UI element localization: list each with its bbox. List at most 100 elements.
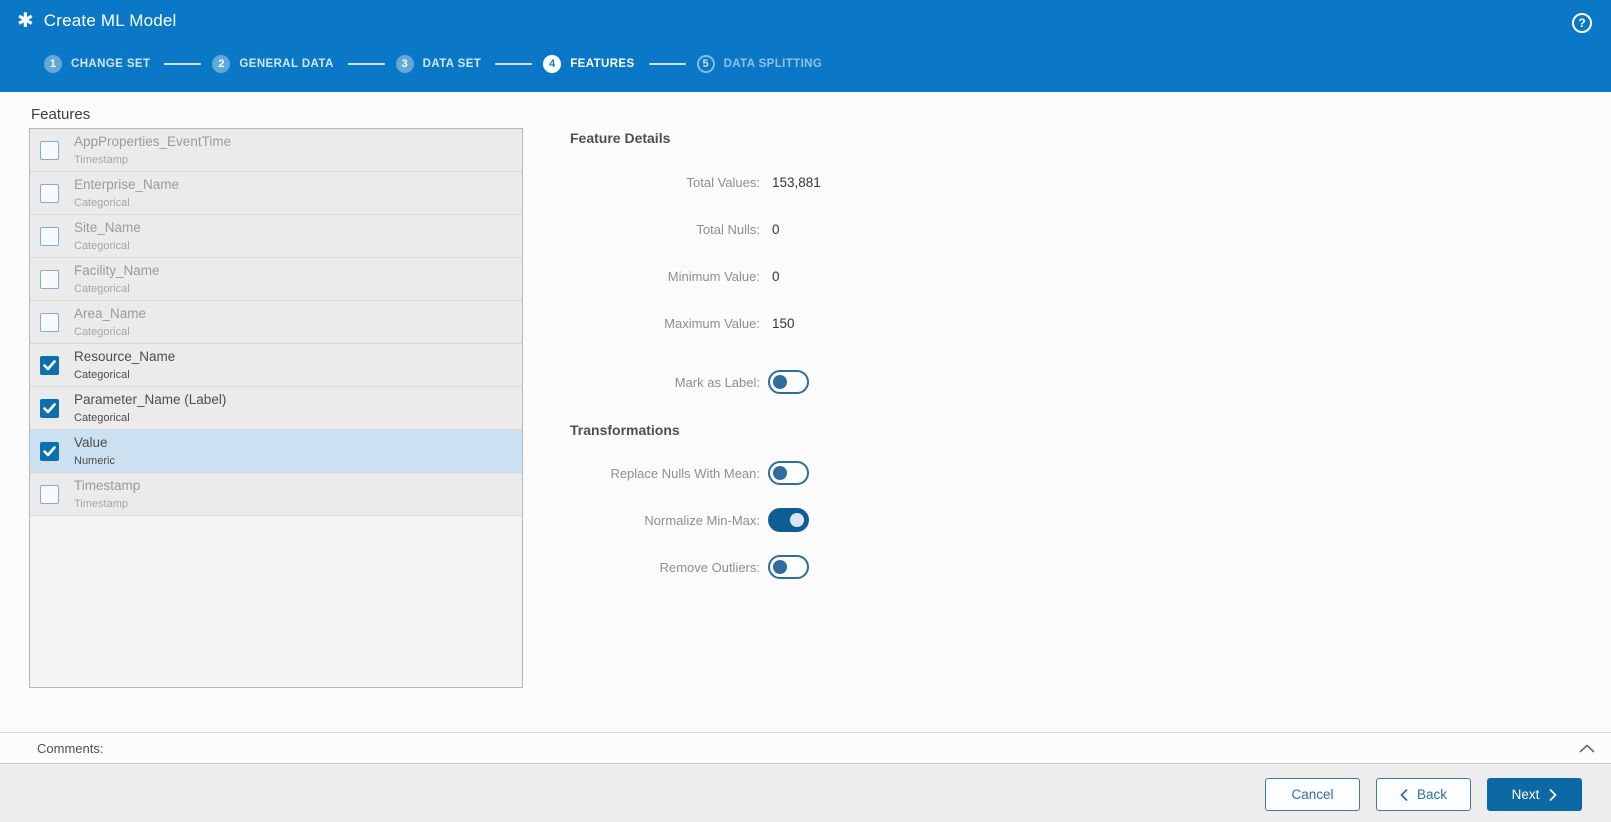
mark-as-label-text: Mark as Label: (674, 374, 760, 390)
stat-label: Total Nulls: (696, 221, 760, 237)
transformations-title: Transformations (570, 422, 680, 438)
checkmark-icon (43, 445, 56, 456)
stat-row: Minimum Value: 0 (556, 266, 1086, 286)
back-button-label: Back (1416, 787, 1447, 802)
transformation-label: Remove Outliers: (659, 559, 760, 575)
feature-text-block: Site_Name Categorical (74, 220, 141, 252)
feature-row[interactable]: Enterprise_Name Categorical (30, 172, 522, 215)
stat-row: Total Nulls: 0 (556, 219, 1086, 239)
feature-name: AppProperties_EventTime (74, 133, 232, 149)
step-number-badge: 1 (44, 55, 62, 73)
feature-row[interactable]: Facility_Name Categorical (30, 258, 522, 301)
feature-details-panel: Feature Details Total Values: 153,881 To… (556, 130, 1086, 602)
transformation-toggle[interactable] (768, 555, 809, 579)
feature-checkbox[interactable] (40, 140, 59, 160)
next-button-label: Next (1511, 787, 1540, 802)
stat-label: Maximum Value: (664, 315, 760, 331)
feature-checkbox[interactable] (40, 269, 59, 289)
feature-checkbox[interactable] (40, 226, 59, 246)
feature-name: Site_Name (74, 219, 141, 235)
feature-name: Timestamp (74, 477, 141, 493)
feature-name: Facility_Name (74, 262, 160, 278)
stat-value: 0 (772, 268, 780, 284)
stat-label: Total Values: (686, 174, 760, 190)
feature-name: Area_Name (74, 305, 147, 321)
feature-checkbox[interactable] (40, 312, 59, 332)
feature-text-block: Timestamp Timestamp (74, 478, 140, 510)
feature-text-block: Value Numeric (74, 435, 115, 467)
step-label: DATA SPLITTING (723, 58, 823, 70)
feature-row[interactable]: Resource_Name Categorical (30, 344, 522, 387)
feature-type: Categorical (74, 369, 130, 382)
stepper-step[interactable]: 3 DATA SET (334, 55, 482, 73)
toggle-knob (773, 560, 787, 574)
stat-value: 0 (772, 221, 780, 237)
transformation-row: Remove Outliers: (556, 555, 1086, 579)
feature-name: Value (74, 434, 108, 450)
cancel-button[interactable]: Cancel (1265, 778, 1360, 811)
feature-text-block: Resource_Name Categorical (74, 349, 175, 381)
app-header: ✱ Create ML Model ? 1 CHANGE SET 2 GENER… (0, 0, 1611, 92)
step-number-badge: 4 (543, 55, 562, 73)
feature-checkbox[interactable] (40, 355, 59, 375)
stepper-step[interactable]: 5 DATA SPLITTING (635, 55, 823, 73)
feature-checkbox[interactable] (40, 484, 59, 504)
feature-row[interactable]: AppProperties_EventTime Timestamp (30, 129, 522, 172)
help-icon[interactable]: ? (1572, 13, 1592, 33)
feature-checkbox[interactable] (40, 441, 59, 461)
step-number-badge: 5 (696, 55, 715, 73)
comments-bar: Comments: (0, 732, 1611, 764)
chevron-right-icon (1550, 788, 1557, 801)
stat-value: 150 (772, 315, 795, 331)
feature-type: Timestamp (74, 498, 128, 511)
feature-text-block: Area_Name Categorical (74, 306, 146, 338)
features-list: AppProperties_EventTime Timestamp Enterp… (29, 128, 523, 688)
feature-row[interactable]: Site_Name Categorical (30, 215, 522, 258)
footer-buttons: Cancel Back Next (1265, 778, 1582, 811)
chevron-up-icon[interactable] (1579, 744, 1595, 753)
feature-type: Categorical (74, 197, 130, 210)
feature-type: Categorical (74, 326, 130, 339)
toggle-knob (790, 513, 804, 527)
feature-type: Timestamp (74, 154, 128, 167)
stepper-step[interactable]: 4 FEATURES (481, 55, 634, 73)
mark-as-label-toggle[interactable] (768, 370, 809, 394)
features-panel-title: Features (31, 106, 91, 123)
feature-type: Categorical (74, 240, 130, 253)
create-ml-model-window: ✱ Create ML Model ? 1 CHANGE SET 2 GENER… (0, 0, 1611, 822)
feature-row[interactable]: Value Numeric (30, 430, 522, 473)
page-title: Create ML Model (43, 11, 177, 30)
feature-checkbox[interactable] (40, 398, 59, 418)
header-title-row: ✱ Create ML Model (0, 0, 1611, 42)
feature-row[interactable]: Timestamp Timestamp (30, 473, 522, 516)
step-label: GENERAL DATA (239, 58, 334, 70)
feature-type: Numeric (74, 455, 115, 468)
step-label: FEATURES (570, 58, 635, 70)
feature-stats: Total Values: 153,881 Total Nulls: 0 Min… (556, 172, 1086, 333)
comments-label: Comments: (37, 740, 104, 756)
stepper-step[interactable]: 2 GENERAL DATA (150, 55, 333, 73)
feature-name: Enterprise_Name (74, 176, 180, 192)
back-button[interactable]: Back (1376, 778, 1471, 811)
transformation-label: Normalize Min-Max: (644, 512, 760, 528)
asterisk-icon: ✱ (17, 10, 34, 32)
toggle-knob (773, 466, 787, 480)
transformation-toggle[interactable] (768, 461, 809, 485)
transformation-row: Normalize Min-Max: (556, 508, 1086, 532)
feature-row[interactable]: Area_Name Categorical (30, 301, 522, 344)
mark-as-label-row: Mark as Label: (556, 370, 1086, 394)
feature-type: Categorical (74, 283, 130, 296)
stepper-step[interactable]: 1 CHANGE SET (44, 55, 150, 73)
feature-checkbox[interactable] (40, 183, 59, 203)
transformation-label: Replace Nulls With Mean: (610, 465, 760, 481)
step-number-badge: 2 (212, 55, 231, 73)
feature-type: Categorical (74, 412, 130, 425)
stat-value: 153,881 (772, 174, 821, 190)
feature-row[interactable]: Parameter_Name (Label) Categorical (30, 387, 522, 430)
stat-label: Minimum Value: (667, 268, 760, 284)
step-label: DATA SET (422, 58, 482, 70)
footer-bar: Cancel Back Next (0, 764, 1611, 822)
transformations-list: Replace Nulls With Mean: Normalize Min-M… (556, 461, 1086, 579)
transformation-toggle[interactable] (768, 508, 809, 532)
next-button[interactable]: Next (1487, 778, 1582, 811)
